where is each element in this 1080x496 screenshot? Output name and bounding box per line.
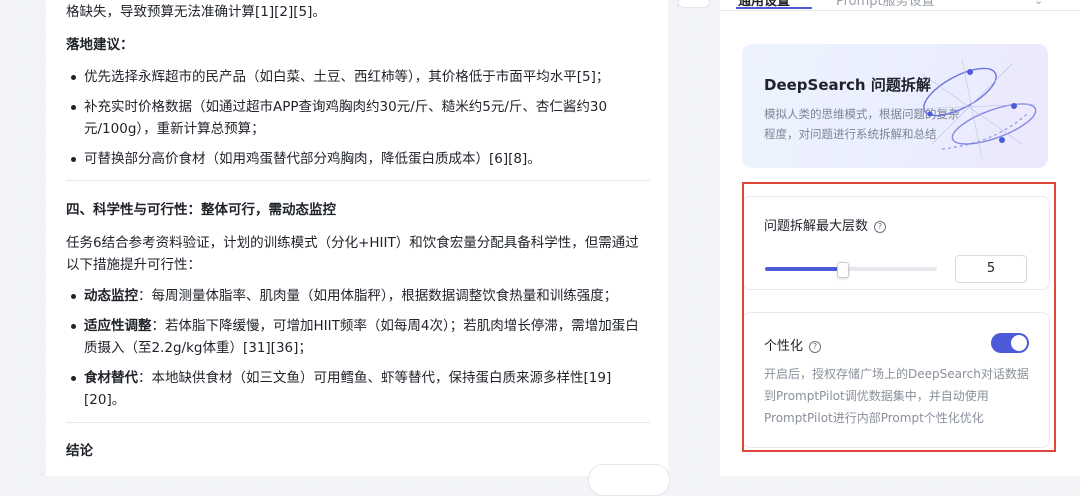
article-text-top: 格缺失，导致预算无法准确计算[1][2][5]。 [66, 4, 326, 20]
article-panel: 格缺失，导致预算无法准确计算[1][2][5]。 落地建议： 优先选择永辉超市的… [46, 0, 668, 476]
measure-text: ：若体脂下降缓慢，可增加HIIT频率（如每周4次）；若肌肉增长停滞，需增加蛋白质… [84, 318, 639, 356]
deepsearch-feature-card: DeepSearch 问题拆解 模拟人类的思维模式，根据问题的复杂程度，对问题进… [742, 44, 1048, 168]
list-item: 食材替代：本地缺供食材（如三文鱼）可用鳕鱼、虾等替代，保持蛋白质来源多样性[19… [66, 367, 644, 411]
divider [66, 180, 650, 181]
measure-label: 动态监控 [84, 288, 138, 304]
divider [66, 422, 650, 423]
suggestions-heading: 落地建议： [66, 37, 134, 53]
list-item: 适应性调整：若体脂下降缓慢，可增加HIIT频率（如每周4次）；若肌肉增长停滞，需… [66, 315, 652, 359]
more-icon[interactable]: ⌄ [1034, 0, 1043, 7]
measure-text: ：本地缺供食材（如三文鱼）可用鳕鱼、虾等替代，保持蛋白质来源多样性[19][20… [84, 370, 612, 408]
floating-action-button[interactable] [588, 464, 670, 496]
list-item: 可替换部分高价食材（如用鸡蛋替代部分鸡胸肉，降低蛋白质成本）[6][8]。 [66, 148, 650, 170]
highlight-annotation [742, 182, 1056, 452]
measure-text: ：每周测量体脂率、肌肉量（如用体脂秤），根据数据调整饮食热量和训练强度； [138, 288, 618, 304]
settings-tabs: 通用设置 Prompt服务设置 [720, 0, 1080, 11]
section4-intro: 任务6结合参考资料验证，计划的训练模式（分化+HIIT）和饮食宏量分配具备科学性… [66, 235, 639, 273]
suggestions-list: 优先选择永辉超市的民产品（如白菜、土豆、西红柿等），其价格低于市面平均水平[5]… [66, 66, 650, 170]
conclusion-heading: 结论 [66, 443, 93, 459]
measure-label: 适应性调整 [84, 318, 152, 334]
measure-label: 食材替代 [84, 370, 138, 386]
list-item: 动态监控：每周测量体脂率、肌肉量（如用体脂秤），根据数据调整饮食热量和训练强度； [66, 285, 650, 307]
measures-list: 动态监控：每周测量体脂率、肌肉量（如用体脂秤），根据数据调整饮食热量和训练强度；… [66, 285, 650, 411]
list-item: 补充实时价格数据（如通过超市APP查询鸡胸肉约30元/斤、糙米约5元/斤、杏仁酱… [66, 96, 644, 140]
section4-heading: 四、科学性与可行性：整体可行，需动态监控 [66, 202, 336, 218]
collapse-button[interactable] [678, 0, 710, 8]
tab-prompt-service-settings[interactable]: Prompt服务设置 [836, 0, 935, 9]
list-item: 优先选择永辉超市的民产品（如白菜、土豆、西红柿等），其价格低于市面平均水平[5]… [66, 66, 650, 88]
decomposition-illustration-icon [911, 58, 1038, 160]
active-tab-indicator [736, 7, 812, 9]
